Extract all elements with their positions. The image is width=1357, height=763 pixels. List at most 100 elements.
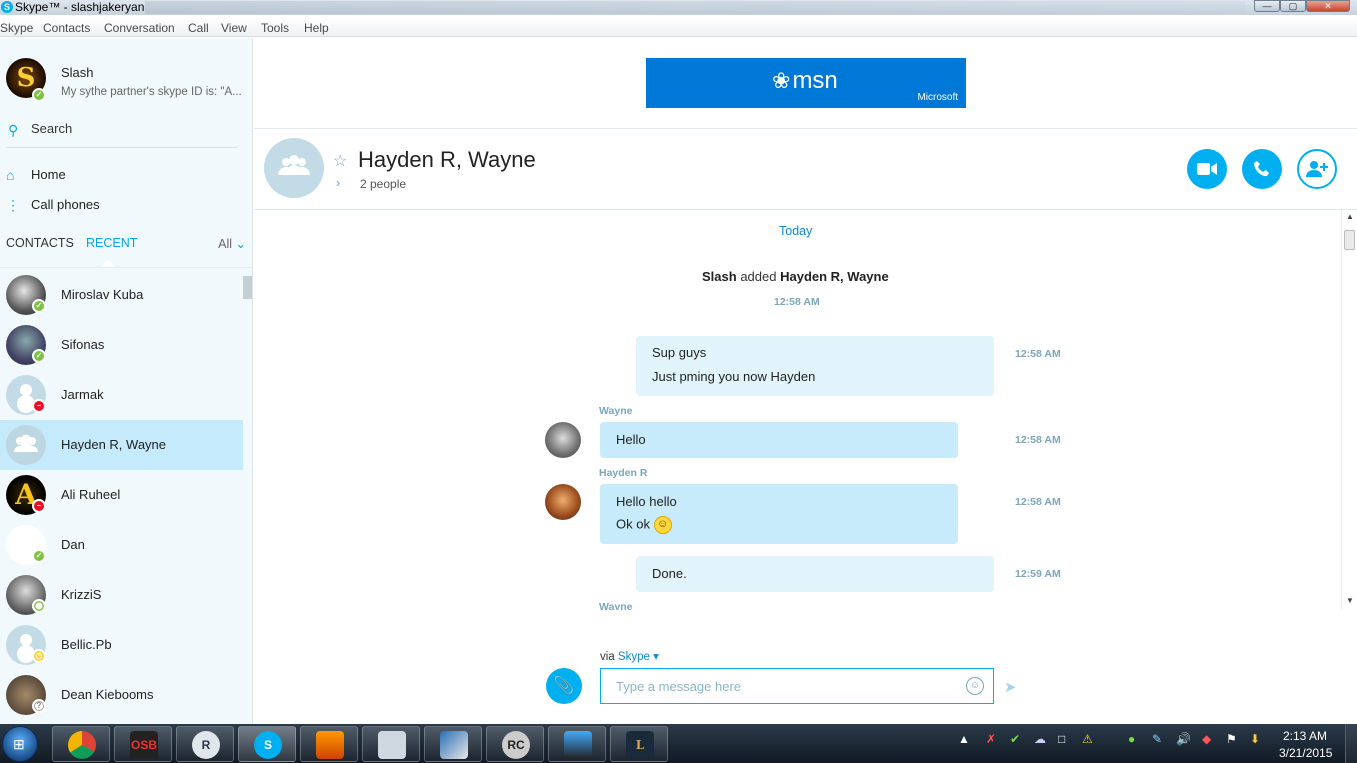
system-tray: ▲ ✗ ✔ ☁ □ ⚠ ● ✎ 🔊 ◆ ⚑ ⬇ — [958, 732, 1278, 754]
filter-all-dropdown[interactable]: All ⌄ — [218, 236, 246, 251]
menu-contacts[interactable]: Contacts — [43, 21, 90, 35]
contact-row[interactable]: ✓ Sifonas — [0, 320, 243, 370]
message-bubble-incoming[interactable]: Hello — [600, 422, 958, 458]
participant-count[interactable]: 2 people — [360, 177, 406, 191]
osbot-icon: OSB — [130, 731, 158, 759]
minimize-button[interactable]: — — [1254, 0, 1280, 12]
message-input[interactable] — [600, 668, 994, 704]
volume-icon[interactable]: 🔊 — [1176, 732, 1191, 746]
tray-check-icon[interactable]: ✔ — [1010, 732, 1020, 746]
message-bubble-outgoing[interactable]: Sup guys Just pming you now Hayden — [636, 336, 994, 396]
scroll-up-icon[interactable]: ▲ — [1346, 212, 1354, 221]
menu-conversation[interactable]: Conversation — [104, 21, 175, 35]
shield-icon[interactable]: ◆ — [1202, 732, 1211, 746]
taskbar-app-rc[interactable]: RC — [486, 726, 544, 762]
tab-indicator — [101, 260, 115, 267]
profile-name[interactable]: Slash — [61, 65, 94, 80]
warning-icon[interactable]: ⚠ — [1082, 732, 1093, 746]
contact-row-selected[interactable]: Hayden R, Wayne — [0, 420, 243, 470]
status-online-icon: ✓ — [32, 549, 46, 563]
menu-view[interactable]: View — [221, 21, 247, 35]
search-box[interactable]: ⚲ Search — [6, 120, 238, 148]
taskbar-calculator[interactable] — [362, 726, 420, 762]
contact-row[interactable]: ✓ Dan — [0, 520, 243, 570]
taskbar-notepad[interactable] — [424, 726, 482, 762]
contact-row[interactable]: KrizziS — [0, 570, 243, 620]
close-button[interactable]: ✕ — [1306, 0, 1350, 12]
nav-home-label: Home — [31, 167, 66, 182]
scroll-thumb[interactable] — [1344, 230, 1355, 250]
clock-date[interactable]: 3/21/2015 — [1279, 746, 1332, 760]
calculator-icon — [378, 731, 406, 759]
show-desktop-button[interactable] — [1345, 724, 1357, 763]
menu-tools[interactable]: Tools — [261, 21, 289, 35]
contact-row[interactable]: A – Ali Ruheel — [0, 470, 243, 520]
chat-scrollbar[interactable]: ▲ ▼ — [1341, 210, 1357, 610]
via-selector[interactable]: via Skype ▾ — [600, 649, 659, 663]
via-label: via — [600, 651, 615, 663]
sender-avatar[interactable] — [545, 422, 581, 458]
download-icon[interactable]: ⬇ — [1250, 732, 1260, 746]
message-text: Hello hello — [616, 494, 677, 509]
contact-row[interactable]: ✓ Miroslav Kuba — [0, 270, 243, 320]
group-avatar-icon[interactable] — [264, 138, 324, 198]
video-call-button[interactable] — [1187, 149, 1227, 189]
tray-phone-icon[interactable]: □ — [1058, 732, 1065, 746]
group-avatar-icon — [6, 425, 46, 465]
sidebar-scrollbar-thumb[interactable] — [243, 276, 252, 299]
home-icon: ⌂ — [6, 167, 15, 183]
profile-mood[interactable]: My sythe partner's skype ID is: "A... — [61, 86, 246, 98]
divider — [254, 209, 1357, 210]
message-bubble-outgoing[interactable]: Done. — [636, 556, 994, 592]
taskbar-league[interactable]: L — [610, 726, 668, 762]
menu-call[interactable]: Call — [188, 21, 209, 35]
status-online-icon: ✓ — [32, 349, 46, 363]
window-title: Skype™ - slashjakeryan — [15, 0, 145, 14]
add-person-icon — [1306, 161, 1328, 177]
attach-button[interactable]: 📎 — [546, 668, 582, 704]
flag-icon[interactable]: ⚑ — [1226, 732, 1237, 746]
menu-skype[interactable]: Skype — [0, 21, 33, 35]
clock-time[interactable]: 2:13 AM — [1283, 729, 1327, 743]
system-message-time: 12:58 AM — [774, 296, 820, 308]
start-button[interactable]: ⊞ — [2, 726, 38, 762]
taskbar-hypercam[interactable] — [548, 726, 606, 762]
torrent-icon[interactable]: ● — [1128, 732, 1135, 746]
taskbar-skype[interactable]: S — [238, 726, 296, 762]
signal-icon[interactable]: ▲ — [958, 732, 970, 746]
send-icon[interactable]: ➤ — [1004, 678, 1017, 696]
chevron-right-icon[interactable]: › — [336, 175, 340, 190]
tab-contacts[interactable]: CONTACTS — [6, 236, 74, 250]
maximize-button[interactable]: ▢ — [1280, 0, 1306, 12]
contact-name: Sifonas — [61, 337, 105, 352]
taskbar-runescape[interactable]: R — [176, 726, 234, 762]
taskbar-winamp[interactable] — [300, 726, 358, 762]
contact-row[interactable]: ? Dean Kiebooms — [0, 670, 243, 720]
system-verb: added — [740, 269, 777, 284]
profile-status-online-icon[interactable]: ✓ — [32, 88, 46, 102]
menu-help[interactable]: Help — [304, 21, 329, 35]
add-people-button[interactable] — [1297, 149, 1337, 189]
contact-row[interactable]: – Jarmak — [0, 370, 243, 420]
contact-row[interactable]: ◷ Bellic.Pb — [0, 620, 243, 670]
tray-pen-icon[interactable]: ✎ — [1152, 732, 1162, 746]
smile-emoji-icon: ☺ — [653, 516, 672, 534]
favorite-star-icon[interactable]: ☆ — [333, 151, 347, 171]
butterfly-icon: ❀ — [772, 68, 791, 93]
chevron-down-icon: ⌄ — [235, 237, 246, 251]
msn-ad-banner[interactable]: ❀msn Microsoft — [646, 58, 966, 108]
nav-home[interactable]: ⌂ Home — [6, 166, 236, 186]
nav-call-phones[interactable]: ⋮ Call phones — [6, 196, 236, 216]
tab-recent[interactable]: RECENT — [86, 236, 137, 250]
contact-name: Ali Ruheel — [61, 487, 121, 502]
audio-call-button[interactable] — [1242, 149, 1282, 189]
emoticon-button[interactable]: ☺ — [966, 677, 984, 695]
taskbar-chrome[interactable] — [52, 726, 110, 762]
message-bubble-incoming[interactable]: Hello hello Ok ok ☺ — [600, 484, 958, 544]
scroll-down-icon[interactable]: ▼ — [1346, 596, 1354, 605]
taskbar-osbot[interactable]: OSB — [114, 726, 172, 762]
tray-cloud-icon[interactable]: ☁ — [1034, 732, 1046, 746]
tray-app-icon[interactable]: ✗ — [986, 732, 996, 746]
sender-avatar[interactable] — [545, 484, 581, 520]
league-icon: L — [626, 731, 654, 759]
